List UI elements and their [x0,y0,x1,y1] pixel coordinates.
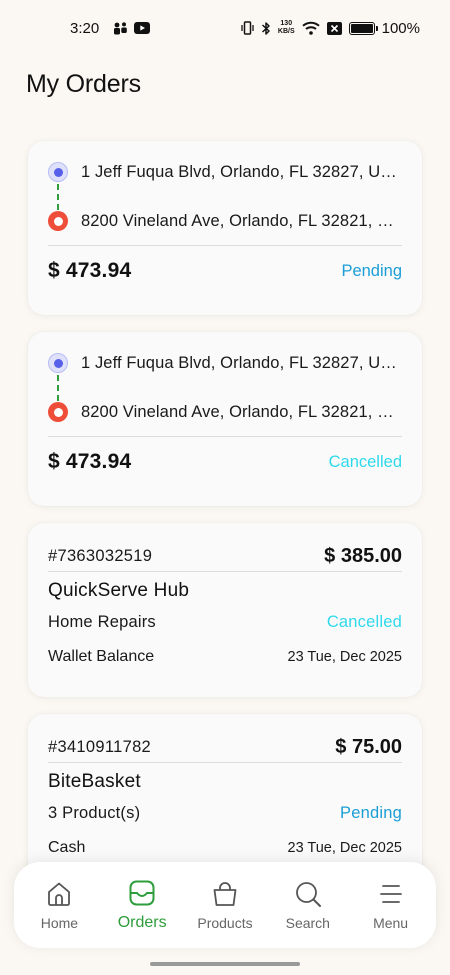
page-title: My Orders [26,70,141,98]
shopping-bag-icon [213,882,237,906]
pickup-location-icon [48,353,68,373]
youtube-icon [134,22,151,34]
nav-products-label: Products [197,915,253,931]
network-speed: 130 KB/S [277,20,295,35]
status-bar: 3:20 130 KB/S 100% [0,0,450,56]
battery-icon [348,21,378,35]
dropoff-location-icon [48,402,68,422]
order-category: Home Repairs [48,613,156,631]
orders-inbox-icon [129,880,155,906]
order-id: #7363032519 [48,547,153,565]
order-status: Pending [341,262,402,280]
nav-home-label: Home [40,915,79,931]
status-time: 3:20 [70,19,100,37]
sim-off-icon [326,21,342,35]
order-date: 23 Tue, Dec 2025 [287,649,402,665]
pickup-row: 1 Jeff Fuqua Blvd, Orlando, FL 32827, Un… [48,162,402,182]
order-date: 23 Tue, Dec 2025 [287,840,402,856]
order-card[interactable]: 1 Jeff Fuqua Blvd, Orlando, FL 32827, Un… [28,332,422,506]
nav-orders-label: Orders [117,914,167,931]
order-status: Cancelled [326,613,402,631]
route-connector [57,375,59,401]
home-icon [48,882,71,906]
order-amount: $ 75.00 [335,736,402,758]
divider [48,571,402,572]
dropoff-location-icon [48,211,68,231]
search-icon [295,882,321,907]
dropoff-address: 8200 Vineland Ave, Orlando, FL 32821, Un… [81,402,402,421]
dropoff-row: 8200 Vineland Ave, Orlando, FL 32821, Un… [48,211,402,231]
nav-search[interactable]: Search [266,879,349,931]
divider [48,762,402,763]
pickup-address: 1 Jeff Fuqua Blvd, Orlando, FL 32827, Un… [81,353,402,372]
order-status: Cancelled [328,453,402,471]
order-price: $ 473.94 [48,259,132,282]
wifi-icon [301,21,320,35]
divider [48,436,402,437]
pickup-location-icon [48,162,68,182]
nav-home[interactable]: Home [18,879,101,931]
order-status: Pending [340,804,402,822]
payment-method: Cash [48,839,86,856]
nav-search-label: Search [285,915,330,931]
order-card[interactable]: 1 Jeff Fuqua Blvd, Orlando, FL 32827, Un… [28,141,422,315]
menu-icon [379,885,402,903]
dropoff-address: 8200 Vineland Ave, Orlando, FL 32821, Un… [81,211,402,230]
gesture-bar[interactable] [150,962,300,966]
order-price: $ 473.94 [48,450,132,473]
bottom-nav: Home Orders Products Search Menu [14,862,436,948]
order-id: #3410911782 [48,738,152,756]
divider [48,245,402,246]
order-category: 3 Product(s) [48,804,141,822]
nav-products[interactable]: Products [184,879,267,931]
nav-menu[interactable]: Menu [349,879,432,931]
dropoff-row: 8200 Vineland Ave, Orlando, FL 32821, Un… [48,402,402,422]
order-amount: $ 385.00 [324,545,402,567]
route-connector [57,184,59,210]
store-name: BiteBasket [48,771,141,792]
nav-orders[interactable]: Orders [101,878,184,932]
pickup-row: 1 Jeff Fuqua Blvd, Orlando, FL 32827, Un… [48,353,402,373]
order-card[interactable]: #7363032519 $ 385.00 QuickServe Hub Home… [28,523,422,697]
store-name: QuickServe Hub [48,580,190,601]
nav-menu-label: Menu [373,915,409,931]
vibrate-icon [241,21,254,35]
teams-app-icon [114,21,128,34]
payment-method: Wallet Balance [48,648,155,665]
bluetooth-icon [261,21,270,35]
pickup-address: 1 Jeff Fuqua Blvd, Orlando, FL 32827, Un… [81,162,402,181]
battery-percentage: 100% [381,19,420,37]
